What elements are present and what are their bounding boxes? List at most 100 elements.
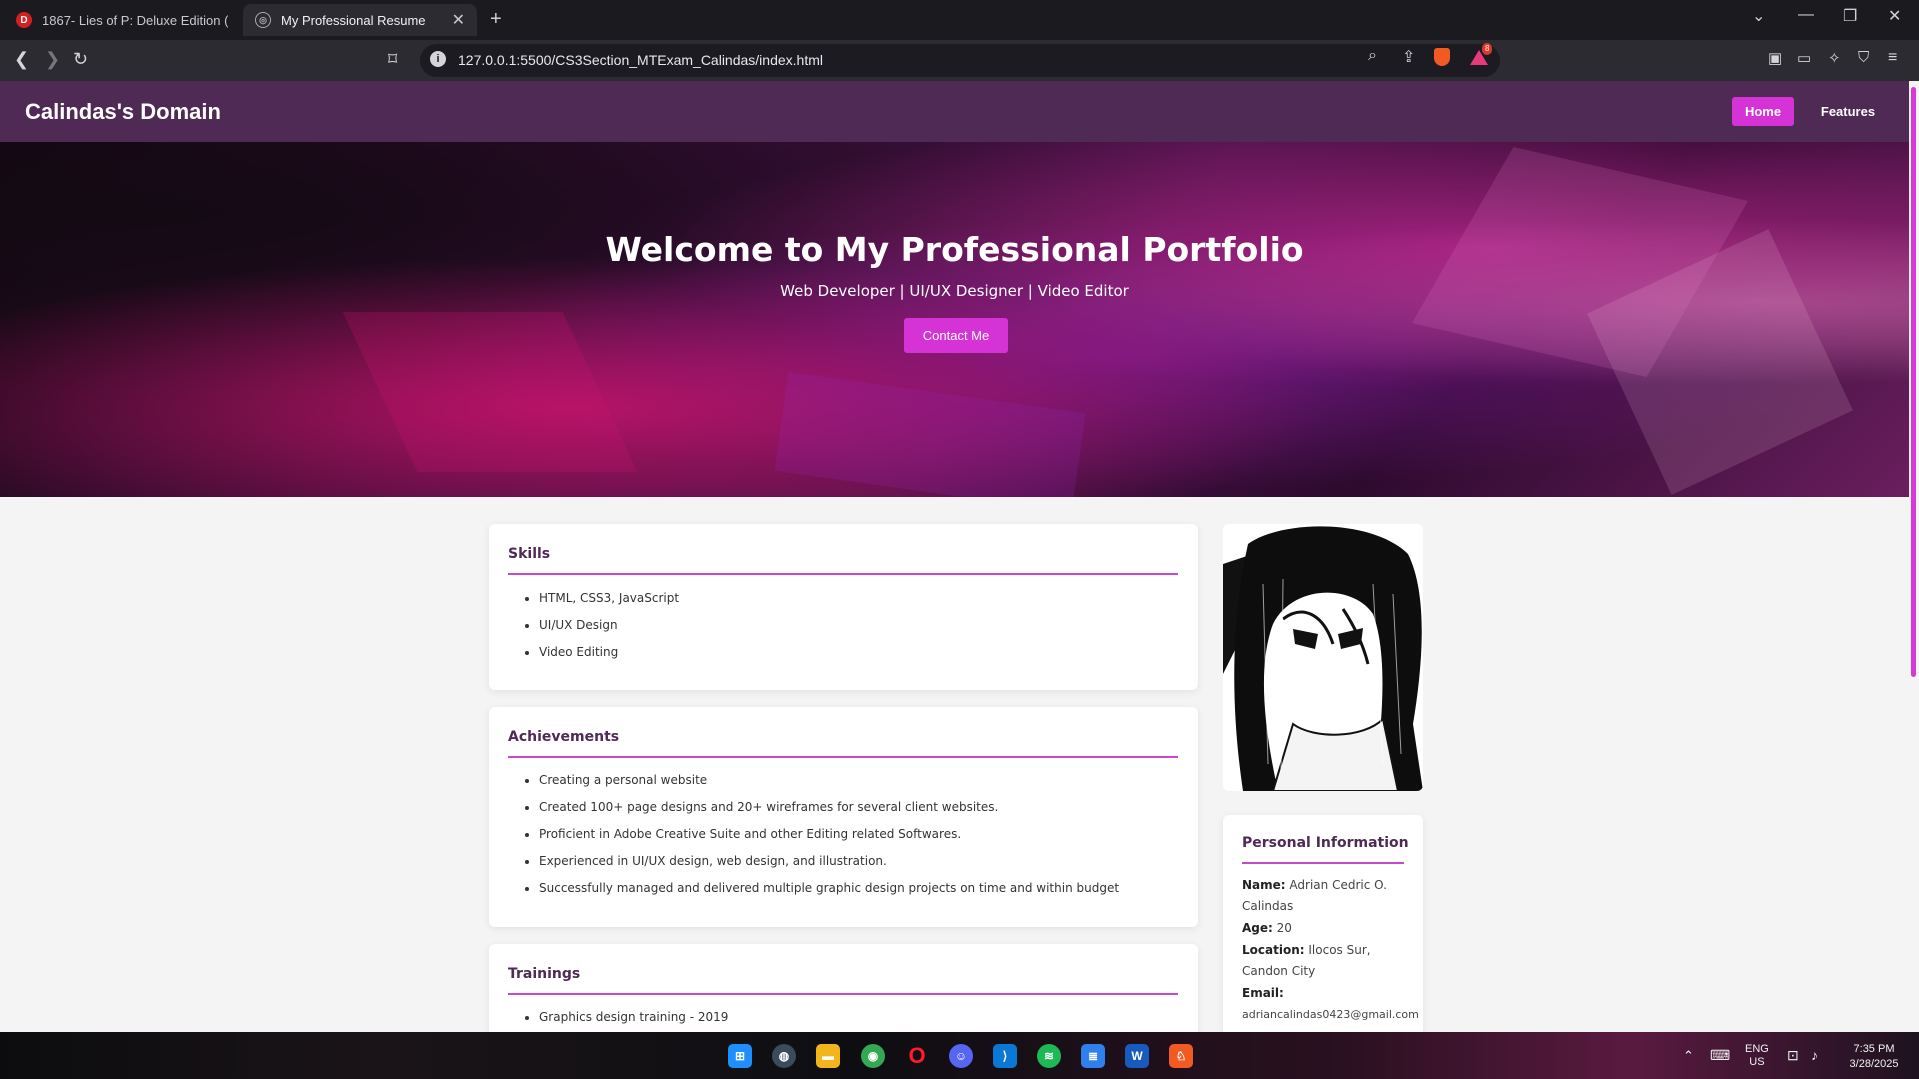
- volume-icon[interactable]: ♪: [1811, 1047, 1818, 1063]
- tab-list-chevron-icon[interactable]: ⌄: [1752, 6, 1765, 26]
- tab-my-professional-resume[interactable]: ◎ My Professional Resume ✕: [243, 4, 477, 36]
- age-label: Age:: [1242, 921, 1273, 935]
- forward-icon[interactable]: ❯: [45, 49, 60, 70]
- age-row: Age: 20: [1242, 918, 1412, 939]
- windows-start-icon[interactable]: ⊞: [728, 1044, 752, 1068]
- browser-toolbar: ❮ ❯ ↻ ⌑ i 127.0.0.1:5500/CS3Section_MTEx…: [0, 40, 1919, 81]
- tab-title: My Professional Resume: [281, 12, 426, 28]
- list-item: Created 100+ page designs and 20+ wirefr…: [539, 794, 1119, 821]
- clock-time: 7:35 PM: [1853, 1043, 1895, 1055]
- section-divider: [1242, 862, 1404, 864]
- vpn-shield-icon[interactable]: ⛉: [1858, 49, 1869, 66]
- section-divider: [508, 993, 1178, 995]
- clock[interactable]: 7:35 PM 3/28/2025: [1838, 1042, 1910, 1072]
- region-code: US: [1749, 1056, 1765, 1068]
- file-explorer-icon[interactable]: ▬: [816, 1044, 840, 1068]
- url-text[interactable]: 127.0.0.1:5500/CS3Section_MTExam_Calinda…: [458, 52, 823, 68]
- hero-banner: Welcome to My Professional Portfolio Web…: [0, 142, 1909, 497]
- profile-photo: [1223, 524, 1423, 791]
- location-value: Ilocos Sur,: [1308, 943, 1371, 957]
- reload-icon[interactable]: ↻: [73, 49, 88, 70]
- minimize-icon[interactable]: —: [1798, 6, 1814, 24]
- hero-title: Welcome to My Professional Portfolio: [605, 230, 1304, 269]
- leo-ai-icon[interactable]: ✧: [1828, 49, 1841, 67]
- sidebar-icon[interactable]: ▣: [1768, 49, 1782, 67]
- chrome-icon[interactable]: ◉: [861, 1044, 885, 1068]
- site-brand[interactable]: Calindas's Domain: [25, 99, 221, 125]
- list-item: Proficient in Adobe Creative Suite and o…: [539, 821, 1119, 848]
- age-value: 20: [1276, 921, 1292, 935]
- brave-shields-icon[interactable]: [1434, 48, 1450, 66]
- close-tab-icon[interactable]: ✕: [452, 10, 465, 30]
- location-row: Location: Ilocos Sur, Candon City: [1242, 940, 1412, 982]
- profile-illustration: [1223, 524, 1423, 791]
- name-value: Adrian Cedric O.: [1289, 878, 1387, 892]
- email-value[interactable]: adriancalindas0423@gmail.com: [1242, 1008, 1419, 1021]
- share-icon[interactable]: ⇪: [1402, 47, 1415, 67]
- new-tab-icon[interactable]: +: [490, 8, 502, 31]
- skills-card: Skills HTML, CSS3, JavaScript UI/UX Desi…: [489, 524, 1198, 690]
- skills-list: HTML, CSS3, JavaScript UI/UX Design Vide…: [539, 585, 679, 666]
- hero-background-shard: [342, 312, 638, 472]
- location-label: Location:: [1242, 943, 1305, 957]
- personal-info-card: Personal Information Name: Adrian Cedric…: [1223, 815, 1423, 1032]
- keyboard-icon[interactable]: ⌨: [1710, 1047, 1730, 1064]
- scrollbar-thumb[interactable]: [1911, 87, 1916, 677]
- browser-tab-strip: D 1867- Lies of P: Deluxe Edition (v1.5 …: [0, 0, 1919, 40]
- site-favicon-icon: D: [16, 12, 32, 28]
- tab-lies-of-p[interactable]: D 1867- Lies of P: Deluxe Edition (v1.5: [4, 4, 240, 36]
- site-navbar: Calindas's Domain Home Features: [0, 81, 1909, 142]
- name-row: Name: Adrian Cedric O. Calindas: [1242, 875, 1412, 917]
- contact-me-button[interactable]: Contact Me: [904, 318, 1008, 353]
- globe-icon: ◎: [255, 12, 271, 28]
- hero-subtitle: Web Developer | UI/UX Designer | Video E…: [780, 282, 1129, 300]
- page-viewport: Calindas's Domain Home Features Welcome …: [0, 81, 1909, 1032]
- list-item: Experienced in UI/UX design, web design,…: [539, 848, 1119, 875]
- bookmark-icon[interactable]: ⌑: [388, 49, 397, 70]
- back-icon[interactable]: ❮: [14, 49, 29, 70]
- email-label: Email:: [1242, 986, 1284, 1000]
- wallet-icon[interactable]: ▭: [1797, 49, 1811, 67]
- page-scrollbar[interactable]: [1909, 81, 1919, 1032]
- zoom-icon[interactable]: ⌕: [1368, 47, 1377, 65]
- name-label: Name:: [1242, 878, 1286, 892]
- restore-icon[interactable]: ❐: [1843, 6, 1857, 26]
- close-window-icon[interactable]: ✕: [1888, 6, 1901, 26]
- trainings-heading: Trainings: [508, 966, 581, 982]
- list-item: Graphics design training - 2019: [539, 1004, 728, 1031]
- trainings-card: Trainings Graphics design training - 201…: [489, 944, 1198, 1032]
- list-item: Video Editing: [539, 639, 679, 666]
- list-item: Creating a personal website: [539, 767, 1119, 794]
- personal-info-heading: Personal Information: [1242, 835, 1409, 851]
- achievements-heading: Achievements: [508, 729, 620, 745]
- windows-taskbar: ⊞ ◍ ▬ ◉ O ☺ ⟩ ≋ ≣ W ♘ ⌃ ⌨ ENG US ⊡ ♪ 7:3…: [0, 1032, 1919, 1079]
- hero-background-shard: [774, 371, 1086, 497]
- earth-app-icon[interactable]: ◍: [772, 1044, 796, 1068]
- achievements-card: Achievements Creating a personal website…: [489, 707, 1198, 927]
- location-value-2: Candon City: [1242, 964, 1316, 978]
- nav-features-link[interactable]: Features: [1812, 97, 1884, 126]
- tab-title: 1867- Lies of P: Deluxe Edition (v1.5: [42, 12, 228, 28]
- personal-info-body: Name: Adrian Cedric O. Calindas Age: 20 L…: [1242, 875, 1419, 1025]
- achievements-list: Creating a personal website Created 100+…: [539, 767, 1119, 902]
- discord-icon[interactable]: ☺: [949, 1044, 973, 1068]
- email-row: Email: adriancalindas0423@gmail.com: [1242, 983, 1419, 1025]
- nav-home-link[interactable]: Home: [1732, 97, 1794, 126]
- opera-icon[interactable]: O: [905, 1043, 929, 1068]
- list-item: HTML, CSS3, JavaScript: [539, 585, 679, 612]
- brave-icon[interactable]: ♘: [1169, 1044, 1193, 1068]
- skills-heading: Skills: [508, 546, 551, 562]
- section-divider: [508, 756, 1178, 758]
- section-divider: [508, 573, 1178, 575]
- spotify-icon[interactable]: ≋: [1037, 1044, 1061, 1068]
- site-info-icon[interactable]: i: [430, 51, 446, 67]
- trainings-list: Graphics design training - 2019: [539, 1004, 728, 1031]
- address-bar[interactable]: i 127.0.0.1:5500/CS3Section_MTExam_Calin…: [420, 44, 1500, 77]
- menu-icon[interactable]: ≡: [1888, 49, 1897, 67]
- word-icon[interactable]: W: [1125, 1044, 1149, 1068]
- notepad-icon[interactable]: ≣: [1081, 1044, 1105, 1068]
- tray-overflow-icon[interactable]: ⌃: [1683, 1048, 1694, 1064]
- language-indicator[interactable]: ENG US: [1745, 1043, 1769, 1069]
- network-icon[interactable]: ⊡: [1787, 1047, 1799, 1064]
- vscode-icon[interactable]: ⟩: [993, 1044, 1017, 1068]
